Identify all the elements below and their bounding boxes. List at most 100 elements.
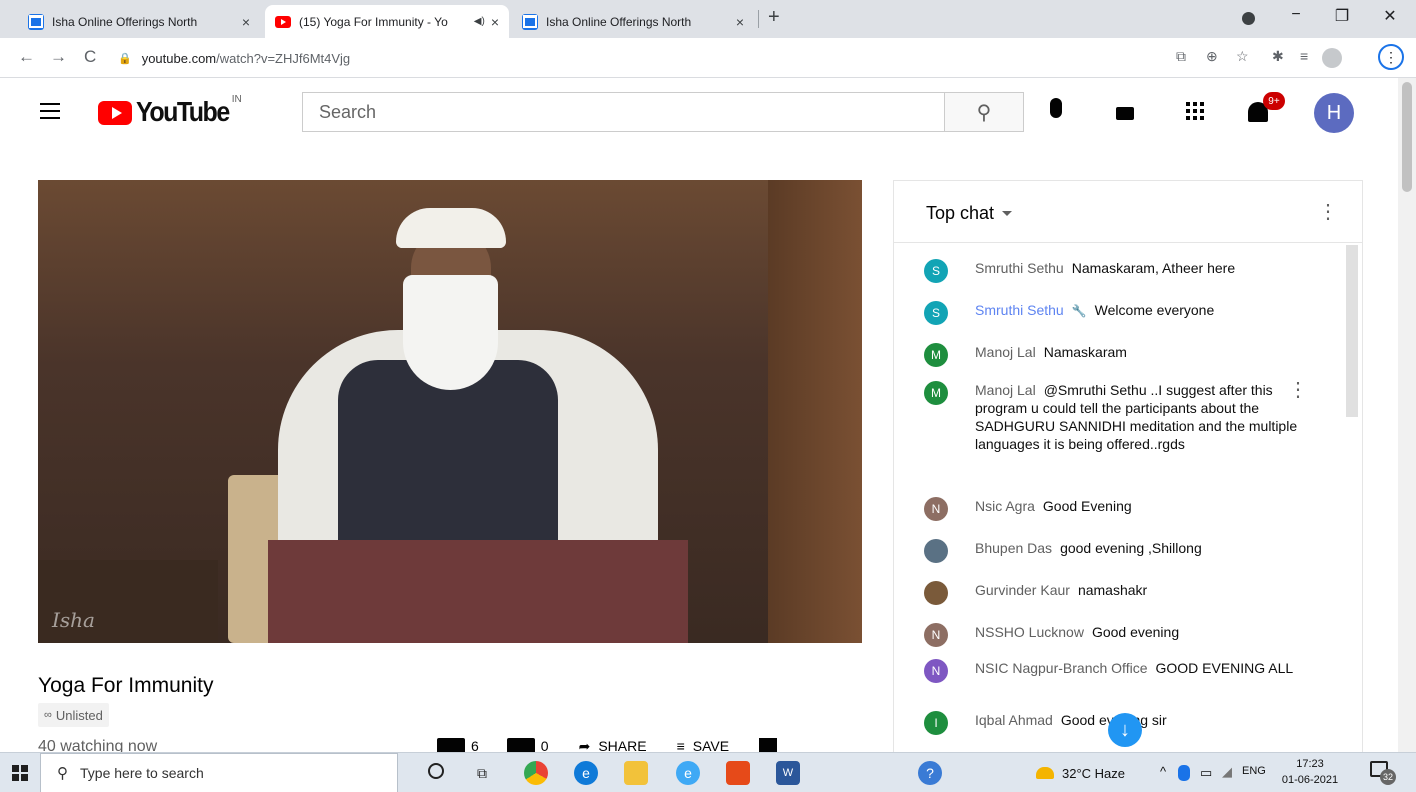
- account-avatar[interactable]: H: [1314, 93, 1354, 133]
- chat-author-avatar[interactable]: [924, 581, 948, 605]
- video-player[interactable]: Isha: [38, 180, 862, 643]
- chat-author-name[interactable]: Smruthi Sethu: [975, 302, 1064, 318]
- close-tab-icon[interactable]: ×: [242, 14, 250, 30]
- window-close-icon[interactable]: ✕: [1370, 6, 1410, 26]
- chat-author-name[interactable]: Manoj Lal: [975, 382, 1036, 398]
- windows-start-icon[interactable]: [12, 765, 28, 781]
- tab-youtube[interactable]: (15) Yoga For Immunity - Yo ◀) ×: [265, 5, 509, 38]
- close-tab-icon[interactable]: ×: [736, 14, 744, 30]
- chat-scrollbar[interactable]: [1346, 245, 1358, 417]
- chat-message: M Manoj Lal Namaskaram: [924, 343, 1304, 367]
- back-icon[interactable]: ←: [18, 47, 35, 67]
- page-scrollbar[interactable]: [1398, 78, 1416, 752]
- save-playlist-icon[interactable]: ≡: [677, 738, 685, 752]
- save-button[interactable]: SAVE: [693, 738, 729, 752]
- microphone-icon[interactable]: [1050, 98, 1062, 118]
- chat-author-name[interactable]: Iqbal Ahmad: [975, 712, 1053, 728]
- like-icon[interactable]: [437, 738, 465, 752]
- bookmark-star-icon[interactable]: ☆: [1236, 48, 1249, 65]
- chat-author-name[interactable]: NSSHO Lucknow: [975, 624, 1084, 640]
- zoom-icon[interactable]: ⊕: [1206, 48, 1218, 65]
- file-explorer-icon[interactable]: [624, 761, 648, 785]
- profile-dot-icon[interactable]: [1242, 12, 1255, 25]
- chat-author-avatar[interactable]: N: [924, 659, 948, 683]
- privacy-label: Unlisted: [55, 707, 103, 723]
- chat-author-name[interactable]: Bhupen Das: [975, 540, 1052, 556]
- message-options-icon[interactable]: ⋮: [1288, 380, 1308, 400]
- volume-icon[interactable]: ◢: [1222, 764, 1232, 780]
- cortana-icon[interactable]: [428, 763, 444, 779]
- chat-message-text: Good Evening: [1042, 498, 1132, 514]
- clock[interactable]: 17:23 01-06-2021: [1280, 756, 1340, 788]
- task-view-icon[interactable]: ⧉: [470, 761, 494, 785]
- share-icon[interactable]: ➦: [579, 738, 591, 752]
- youtube-logo[interactable]: YouTube IN: [98, 94, 242, 128]
- apps-grid-icon[interactable]: [1186, 102, 1204, 120]
- forward-icon[interactable]: →: [50, 47, 67, 67]
- chat-author-avatar[interactable]: N: [924, 623, 948, 647]
- chat-author-name[interactable]: Gurvinder Kaur: [975, 582, 1070, 598]
- region-code: IN: [231, 94, 242, 105]
- taskbar-search-input[interactable]: ⚲ Type here to search: [40, 753, 398, 792]
- url-domain: youtube.com: [141, 50, 217, 66]
- logo-text: YouTube: [136, 96, 230, 128]
- close-tab-icon[interactable]: ×: [491, 14, 499, 30]
- tab-isha-2[interactable]: Isha Online Offerings North ×: [512, 5, 754, 38]
- reload-icon[interactable]: C: [84, 47, 96, 67]
- extensions-icon[interactable]: ✱: [1272, 48, 1284, 65]
- create-video-icon[interactable]: [1116, 107, 1134, 120]
- chat-message: S Smruthi Sethu 🔧 Welcome everyone: [924, 301, 1304, 325]
- weather-haze-icon: [1036, 767, 1054, 779]
- install-icon[interactable]: ⧉: [1176, 48, 1186, 65]
- chat-author-name[interactable]: NSIC Nagpur-Branch Office: [975, 660, 1147, 676]
- chat-message-body: Nsic Agra Good Evening: [975, 497, 1132, 521]
- more-actions-icon[interactable]: [759, 738, 778, 752]
- chat-options-icon[interactable]: ⋮: [1318, 199, 1338, 224]
- url-input[interactable]: 🔒 youtube.com /watch?v=ZHJf6Mt4Vjg: [118, 44, 1158, 72]
- chat-author-avatar[interactable]: I: [924, 711, 948, 735]
- search-input[interactable]: Search: [302, 92, 944, 132]
- hamburger-menu-icon[interactable]: [40, 103, 60, 119]
- chat-author-name[interactable]: Nsic Agra: [975, 498, 1035, 514]
- office-icon[interactable]: [726, 761, 750, 785]
- profile-avatar-icon[interactable]: [1322, 48, 1342, 68]
- video-figure-beard: [403, 275, 498, 390]
- top-chat-selector[interactable]: Top chat: [926, 203, 1013, 224]
- share-button[interactable]: SHARE: [598, 738, 646, 752]
- network-icon[interactable]: ▭: [1200, 765, 1212, 781]
- new-tab-button[interactable]: +: [768, 6, 780, 29]
- reading-list-icon[interactable]: ≡: [1300, 48, 1308, 64]
- chat-author-name[interactable]: Smruthi Sethu: [975, 260, 1064, 276]
- dislike-icon[interactable]: [506, 738, 535, 752]
- chat-author-avatar[interactable]: M: [924, 381, 948, 405]
- word-icon[interactable]: W: [776, 761, 800, 785]
- scroll-down-button[interactable]: ↓: [1108, 713, 1142, 747]
- tray-expand-icon[interactable]: ^: [1160, 764, 1166, 779]
- youtube-header: YouTube IN Search ⚲ 9+ H: [0, 78, 1395, 148]
- chat-author-avatar[interactable]: [924, 539, 948, 563]
- bluetooth-icon[interactable]: [1178, 765, 1190, 781]
- chat-author-avatar[interactable]: S: [924, 301, 948, 325]
- minimize-icon[interactable]: −: [1276, 6, 1316, 24]
- chat-author-avatar[interactable]: N: [924, 497, 948, 521]
- video-actions: 6 0 ➦ SHARE ≡ SAVE: [437, 738, 867, 752]
- action-center-icon[interactable]: 32: [1370, 761, 1396, 785]
- youtube-favicon-icon: [275, 15, 291, 28]
- chat-message: Gurvinder Kaur namashakr: [924, 581, 1304, 605]
- chat-author-avatar[interactable]: M: [924, 343, 948, 367]
- windows-taskbar: ⚲ Type here to search ⧉ e e W ? 32°C Haz…: [0, 752, 1416, 792]
- restore-icon[interactable]: ❐: [1322, 6, 1362, 26]
- help-tray-icon[interactable]: ?: [918, 761, 942, 785]
- audio-icon[interactable]: ◀): [474, 16, 485, 27]
- tab-isha-1[interactable]: Isha Online Offerings North ×: [18, 5, 260, 38]
- chat-author-avatar[interactable]: S: [924, 259, 948, 283]
- video-background-panel: [768, 180, 862, 643]
- language-indicator[interactable]: ENG: [1242, 765, 1266, 777]
- search-button[interactable]: ⚲: [944, 92, 1024, 132]
- chat-author-name[interactable]: Manoj Lal: [975, 344, 1036, 360]
- weather-widget[interactable]: 32°C Haze: [1036, 753, 1125, 792]
- chrome-taskbar-icon[interactable]: [524, 761, 548, 785]
- edge-taskbar-icon[interactable]: e: [574, 761, 598, 785]
- menu-kebab-icon[interactable]: ⋮: [1378, 44, 1404, 70]
- internet-explorer-icon[interactable]: e: [676, 761, 700, 785]
